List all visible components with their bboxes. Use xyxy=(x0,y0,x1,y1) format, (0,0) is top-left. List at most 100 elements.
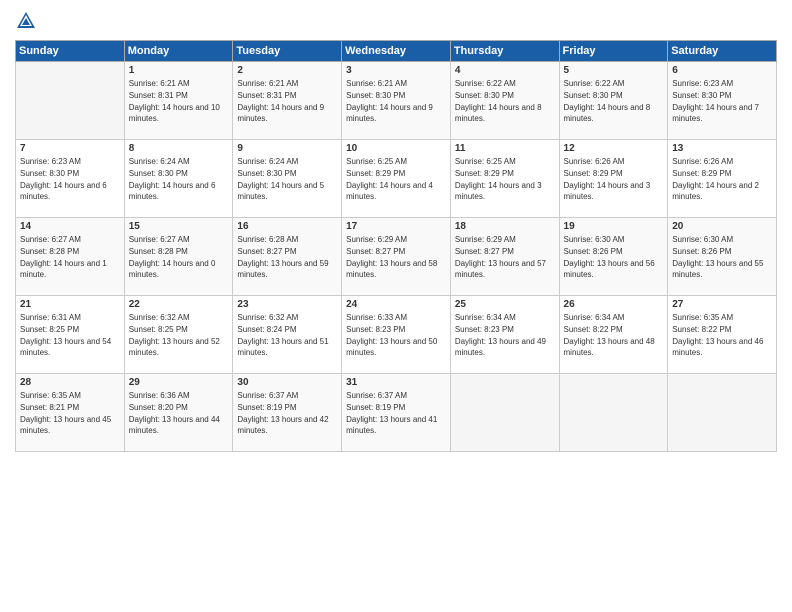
calendar-cell: 16Sunrise: 6:28 AMSunset: 8:27 PMDayligh… xyxy=(233,218,342,296)
weekday-header-row: SundayMondayTuesdayWednesdayThursdayFrid… xyxy=(16,41,777,62)
day-number: 15 xyxy=(129,221,229,232)
calendar-week-5: 28 Sunrise: 6:35 AMSunset: 8:21 PMDayligh… xyxy=(16,374,777,452)
calendar-cell: 30 Sunrise: 6:37 AMSunset: 8:19 PMDayligh… xyxy=(233,374,342,452)
calendar-cell: 5Sunrise: 6:22 AMSunset: 8:30 PMDaylight… xyxy=(559,62,668,140)
day-number: 8 xyxy=(129,143,229,154)
day-info: Sunrise: 6:22 AMSunset: 8:30 PMDaylight:… xyxy=(564,79,651,123)
day-info: Sunrise: 6:26 AMSunset: 8:29 PMDaylight:… xyxy=(672,157,759,201)
weekday-thursday: Thursday xyxy=(450,41,559,62)
day-info: Sunrise: 6:21 AMSunset: 8:31 PMDaylight:… xyxy=(237,79,324,123)
day-number: 26 xyxy=(564,299,664,310)
logo xyxy=(15,10,45,32)
calendar-cell: 20Sunrise: 6:30 AMSunset: 8:26 PMDayligh… xyxy=(668,218,777,296)
day-number: 18 xyxy=(455,221,555,232)
day-number: 11 xyxy=(455,143,555,154)
day-number: 31 xyxy=(346,377,446,388)
calendar-cell: 1 Sunrise: 6:21 AMSunset: 8:31 PMDaylight… xyxy=(124,62,233,140)
day-info: Sunrise: 6:30 AMSunset: 8:26 PMDaylight:… xyxy=(564,235,655,279)
calendar-cell xyxy=(559,374,668,452)
day-info: Sunrise: 6:37 AMSunset: 8:19 PMDaylight:… xyxy=(237,391,328,435)
day-info: Sunrise: 6:24 AMSunset: 8:30 PMDaylight:… xyxy=(237,157,324,201)
calendar-week-3: 14 Sunrise: 6:27 AMSunset: 8:28 PMDayligh… xyxy=(16,218,777,296)
calendar-cell: 3Sunrise: 6:21 AMSunset: 8:30 PMDaylight… xyxy=(342,62,451,140)
calendar-cell: 27 Sunrise: 6:35 AMSunset: 8:22 PMDayligh… xyxy=(668,296,777,374)
calendar-cell: 8 Sunrise: 6:24 AMSunset: 8:30 PMDaylight… xyxy=(124,140,233,218)
calendar-cell: 11 Sunrise: 6:25 AMSunset: 8:29 PMDayligh… xyxy=(450,140,559,218)
calendar-cell: 15 Sunrise: 6:27 AMSunset: 8:28 PMDayligh… xyxy=(124,218,233,296)
calendar-cell: 18 Sunrise: 6:29 AMSunset: 8:27 PMDayligh… xyxy=(450,218,559,296)
calendar-cell: 9 Sunrise: 6:24 AMSunset: 8:30 PMDaylight… xyxy=(233,140,342,218)
calendar-cell: 24 Sunrise: 6:33 AMSunset: 8:23 PMDayligh… xyxy=(342,296,451,374)
day-info: Sunrise: 6:34 AMSunset: 8:22 PMDaylight:… xyxy=(564,313,655,357)
day-info: Sunrise: 6:22 AMSunset: 8:30 PMDaylight:… xyxy=(455,79,542,123)
day-number: 30 xyxy=(237,377,337,388)
day-info: Sunrise: 6:29 AMSunset: 8:27 PMDaylight:… xyxy=(455,235,546,279)
day-info: Sunrise: 6:31 AMSunset: 8:25 PMDaylight:… xyxy=(20,313,111,357)
calendar-cell: 12 Sunrise: 6:26 AMSunset: 8:29 PMDayligh… xyxy=(559,140,668,218)
day-number: 16 xyxy=(237,221,337,232)
calendar-cell: 4 Sunrise: 6:22 AMSunset: 8:30 PMDaylight… xyxy=(450,62,559,140)
day-number: 20 xyxy=(672,221,772,232)
calendar-cell: 10 Sunrise: 6:25 AMSunset: 8:29 PMDayligh… xyxy=(342,140,451,218)
day-number: 14 xyxy=(20,221,120,232)
day-info: Sunrise: 6:24 AMSunset: 8:30 PMDaylight:… xyxy=(129,157,216,201)
day-info: Sunrise: 6:35 AMSunset: 8:21 PMDaylight:… xyxy=(20,391,111,435)
day-number: 12 xyxy=(564,143,664,154)
day-info: Sunrise: 6:25 AMSunset: 8:29 PMDaylight:… xyxy=(346,157,433,201)
day-number: 22 xyxy=(129,299,229,310)
day-number: 1 xyxy=(129,65,229,76)
weekday-wednesday: Wednesday xyxy=(342,41,451,62)
calendar-body: 1 Sunrise: 6:21 AMSunset: 8:31 PMDaylight… xyxy=(16,62,777,452)
day-info: Sunrise: 6:32 AMSunset: 8:24 PMDaylight:… xyxy=(237,313,328,357)
calendar-cell: 31Sunrise: 6:37 AMSunset: 8:19 PMDayligh… xyxy=(342,374,451,452)
page: SundayMondayTuesdayWednesdayThursdayFrid… xyxy=(0,0,792,612)
calendar-week-1: 1 Sunrise: 6:21 AMSunset: 8:31 PMDaylight… xyxy=(16,62,777,140)
day-info: Sunrise: 6:23 AMSunset: 8:30 PMDaylight:… xyxy=(672,79,759,123)
day-info: Sunrise: 6:32 AMSunset: 8:25 PMDaylight:… xyxy=(129,313,220,357)
calendar-cell: 6 Sunrise: 6:23 AMSunset: 8:30 PMDaylight… xyxy=(668,62,777,140)
calendar-cell: 13Sunrise: 6:26 AMSunset: 8:29 PMDayligh… xyxy=(668,140,777,218)
day-info: Sunrise: 6:27 AMSunset: 8:28 PMDaylight:… xyxy=(129,235,216,279)
day-number: 4 xyxy=(455,65,555,76)
day-number: 29 xyxy=(129,377,229,388)
calendar-cell: 28 Sunrise: 6:35 AMSunset: 8:21 PMDayligh… xyxy=(16,374,125,452)
weekday-saturday: Saturday xyxy=(668,41,777,62)
day-number: 10 xyxy=(346,143,446,154)
day-info: Sunrise: 6:21 AMSunset: 8:30 PMDaylight:… xyxy=(346,79,433,123)
calendar-cell xyxy=(450,374,559,452)
calendar-week-2: 7 Sunrise: 6:23 AMSunset: 8:30 PMDaylight… xyxy=(16,140,777,218)
weekday-sunday: Sunday xyxy=(16,41,125,62)
calendar-cell xyxy=(16,62,125,140)
day-number: 7 xyxy=(20,143,120,154)
logo-icon xyxy=(15,10,37,32)
day-info: Sunrise: 6:25 AMSunset: 8:29 PMDaylight:… xyxy=(455,157,542,201)
calendar-cell: 14 Sunrise: 6:27 AMSunset: 8:28 PMDayligh… xyxy=(16,218,125,296)
day-info: Sunrise: 6:26 AMSunset: 8:29 PMDaylight:… xyxy=(564,157,651,201)
calendar-cell: 19 Sunrise: 6:30 AMSunset: 8:26 PMDayligh… xyxy=(559,218,668,296)
calendar-cell: 22 Sunrise: 6:32 AMSunset: 8:25 PMDayligh… xyxy=(124,296,233,374)
day-number: 24 xyxy=(346,299,446,310)
weekday-tuesday: Tuesday xyxy=(233,41,342,62)
calendar-table: SundayMondayTuesdayWednesdayThursdayFrid… xyxy=(15,40,777,452)
calendar-week-4: 21 Sunrise: 6:31 AMSunset: 8:25 PMDayligh… xyxy=(16,296,777,374)
day-number: 21 xyxy=(20,299,120,310)
day-info: Sunrise: 6:21 AMSunset: 8:31 PMDaylight:… xyxy=(129,79,220,123)
day-number: 9 xyxy=(237,143,337,154)
header xyxy=(15,10,777,32)
calendar-cell: 23Sunrise: 6:32 AMSunset: 8:24 PMDayligh… xyxy=(233,296,342,374)
calendar-cell: 21 Sunrise: 6:31 AMSunset: 8:25 PMDayligh… xyxy=(16,296,125,374)
calendar-cell: 17Sunrise: 6:29 AMSunset: 8:27 PMDayligh… xyxy=(342,218,451,296)
day-info: Sunrise: 6:33 AMSunset: 8:23 PMDaylight:… xyxy=(346,313,437,357)
day-number: 19 xyxy=(564,221,664,232)
day-info: Sunrise: 6:35 AMSunset: 8:22 PMDaylight:… xyxy=(672,313,763,357)
day-number: 28 xyxy=(20,377,120,388)
calendar-cell: 2 Sunrise: 6:21 AMSunset: 8:31 PMDaylight… xyxy=(233,62,342,140)
day-info: Sunrise: 6:36 AMSunset: 8:20 PMDaylight:… xyxy=(129,391,220,435)
day-info: Sunrise: 6:23 AMSunset: 8:30 PMDaylight:… xyxy=(20,157,107,201)
day-number: 27 xyxy=(672,299,772,310)
day-info: Sunrise: 6:27 AMSunset: 8:28 PMDaylight:… xyxy=(20,235,107,279)
day-number: 6 xyxy=(672,65,772,76)
day-number: 2 xyxy=(237,65,337,76)
calendar-cell: 7 Sunrise: 6:23 AMSunset: 8:30 PMDaylight… xyxy=(16,140,125,218)
calendar-cell xyxy=(668,374,777,452)
